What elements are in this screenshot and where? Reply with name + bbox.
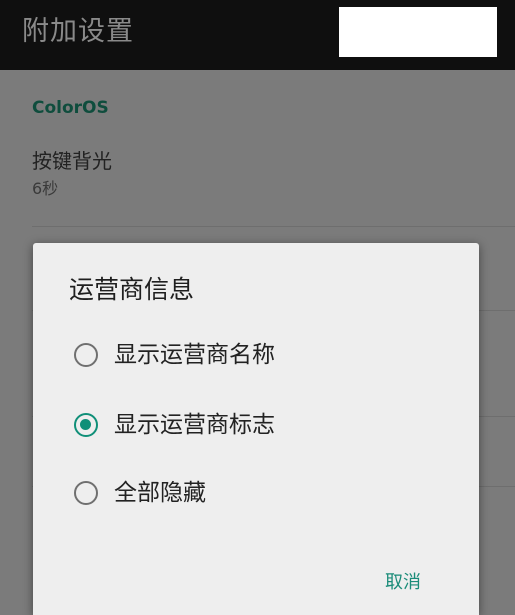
radio-checked-icon[interactable] <box>74 413 98 437</box>
setting-item-key-backlight[interactable]: 按键背光 6秒 <box>0 138 515 226</box>
app-bar: 附加设置 <box>0 0 515 70</box>
divider <box>32 226 515 227</box>
section-header-coloros: ColorOS <box>32 98 109 118</box>
option-label: 全部隐藏 <box>114 480 206 506</box>
option-show-carrier-name[interactable]: 显示运营商名称 <box>69 333 449 383</box>
page-title: 附加设置 <box>22 16 134 47</box>
option-hide-all[interactable]: 全部隐藏 <box>69 471 449 521</box>
setting-value: 6秒 <box>32 179 59 198</box>
radio-unchecked-icon[interactable] <box>74 481 98 505</box>
radio-unchecked-icon[interactable] <box>74 343 98 367</box>
cancel-button[interactable]: 取消 <box>385 569 421 597</box>
option-show-carrier-logo[interactable]: 显示运营商标志 <box>69 403 449 453</box>
option-label: 显示运营商名称 <box>114 342 275 368</box>
setting-title: 按键背光 <box>32 149 112 173</box>
option-label: 显示运营商标志 <box>114 412 275 438</box>
dialog-title: 运营商信息 <box>69 275 195 304</box>
carrier-info-dialog: 运营商信息 显示运营商名称 显示运营商标志 全部隐藏 取消 <box>33 243 479 615</box>
redacted-area <box>339 7 497 57</box>
